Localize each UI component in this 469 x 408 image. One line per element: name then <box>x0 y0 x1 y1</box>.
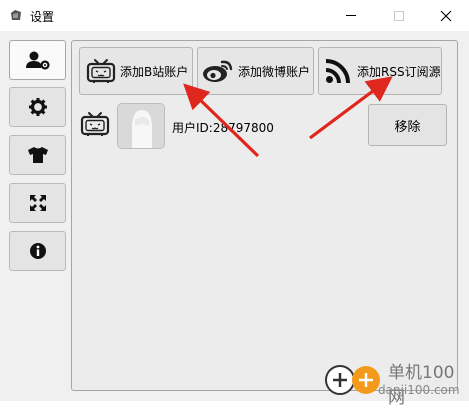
settings-window: 设置 添加B站账户 添加微博账户 添加RSS订阅源 用户ID:28797800 … <box>0 0 469 408</box>
annotation-arrows <box>183 76 393 158</box>
watermark-url: danji100.com <box>378 383 460 397</box>
arrow-to-bilibili <box>183 83 260 158</box>
arrow-to-rss <box>309 76 393 140</box>
